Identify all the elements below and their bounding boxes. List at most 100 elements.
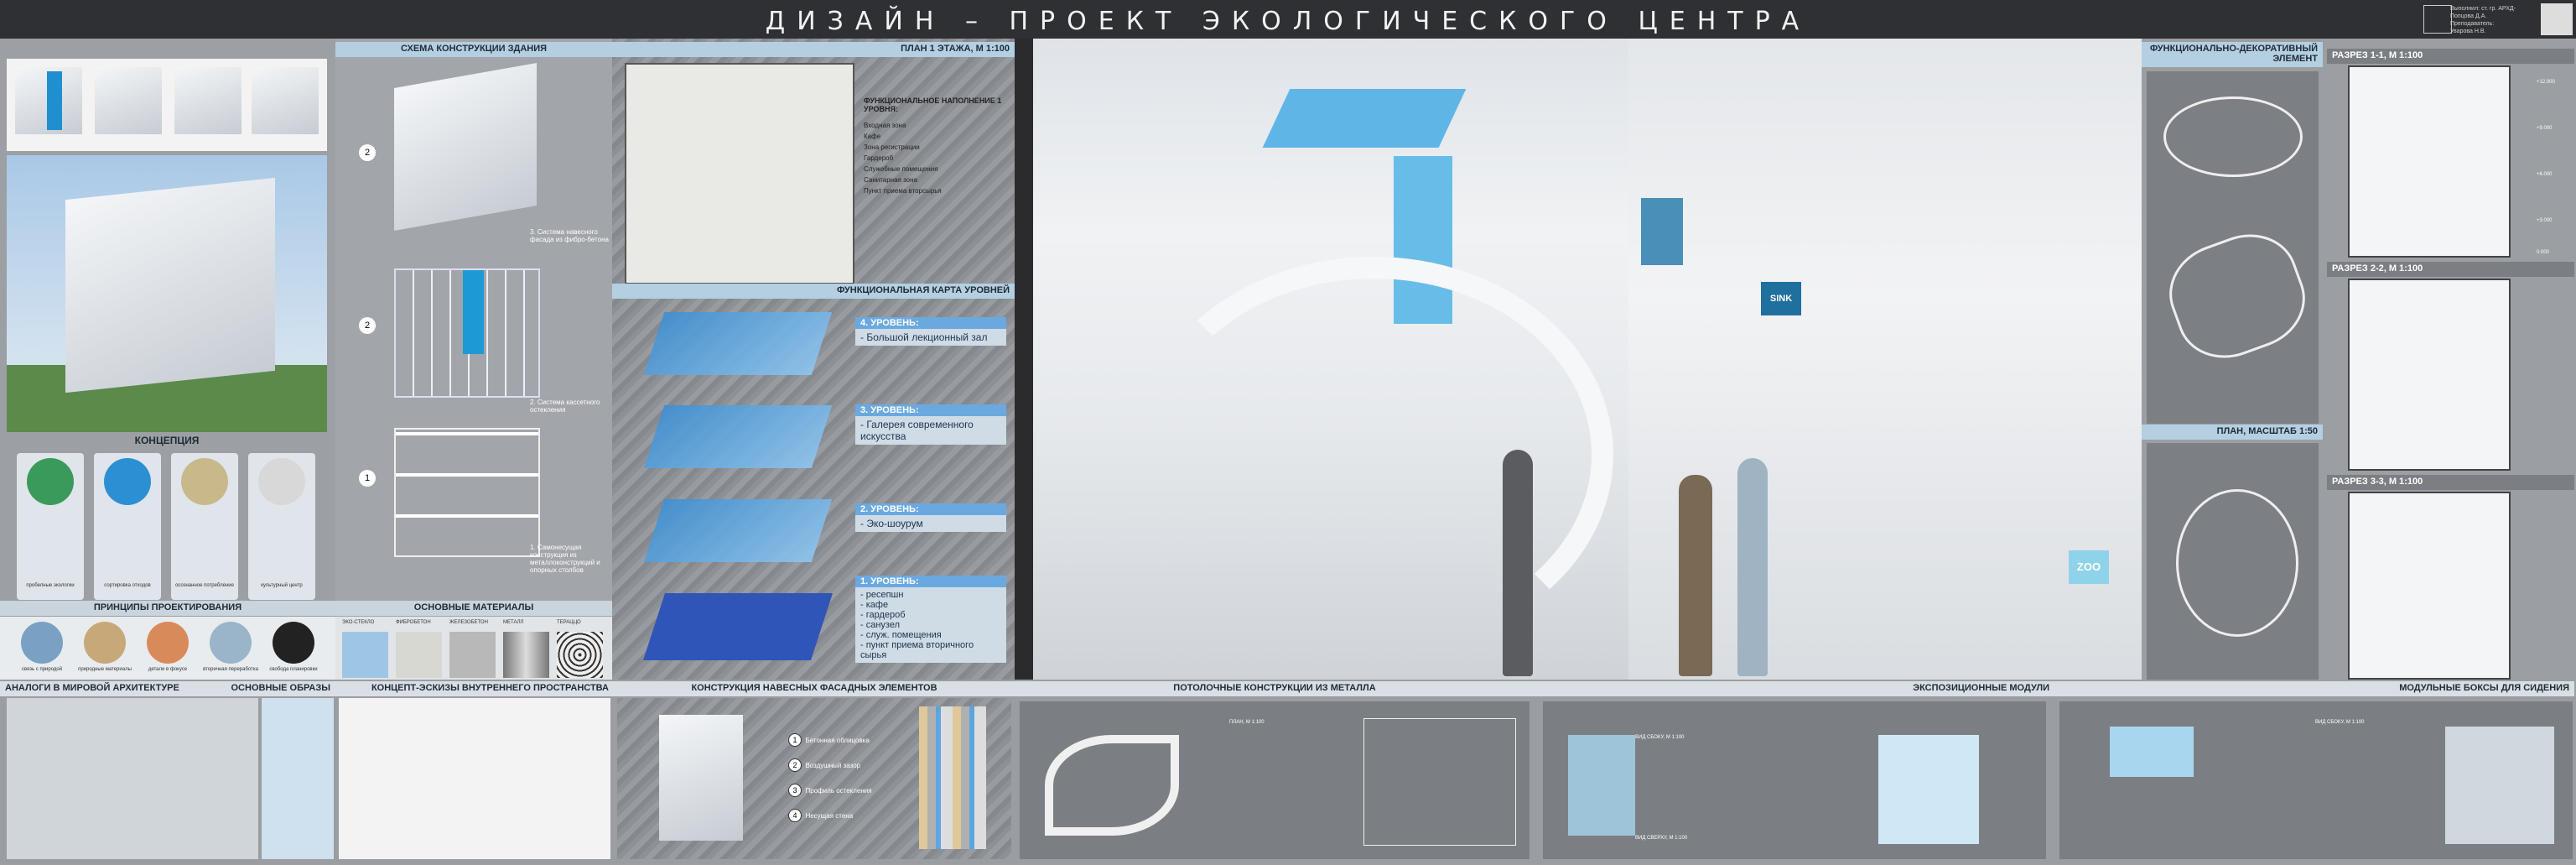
ceiling-section <box>1363 718 1516 846</box>
level-3-block: 3. УРОВЕНЬ: - Галерея современного искус… <box>855 404 1006 445</box>
boxes-render <box>2445 727 2554 844</box>
principle-label: вторичная переработка <box>203 667 258 672</box>
boxes-label: ВИД СБОКУ, М 1:100 <box>2315 720 2365 725</box>
level-1-slab <box>643 593 833 660</box>
material-swatch <box>396 632 442 678</box>
author-line: Уварова Н.В. <box>2450 29 2486 34</box>
concept-card: сортировка отходов <box>94 453 161 600</box>
layer-caption: 1. Самонесущая конструкция из металлокон… <box>530 544 600 574</box>
facade-label: Бетонная облицовка <box>805 737 870 744</box>
layer-number: 2 <box>359 317 376 334</box>
concept-label: пробелные экологии <box>26 583 75 588</box>
legend-item: Служебные помещения <box>864 165 938 173</box>
materials-row: ЭКО-СТЕКЛО ФИБРОБЕТОН ЖЕЛЕЗОБЕТОН МЕТАЛЛ… <box>335 617 612 684</box>
concept-heading: КОНЦЕПЦИЯ <box>134 435 200 446</box>
material-swatch <box>449 632 496 678</box>
ceiling-panel: ПЛАН, М 1:100 <box>1020 701 1530 859</box>
layer-caption: 3. Система навесного фасада из фибро-бет… <box>530 228 609 243</box>
author-block: Выполнил: ст. гр. АРХД- Попцова Д.А. Пре… <box>2450 5 2517 35</box>
principles-heading: ПРИНЦИПЫ ПРОЕКТИРОВАНИЯ <box>0 601 335 616</box>
principle-label: природные материалы <box>78 667 132 672</box>
recycle-bin-icon <box>104 458 151 505</box>
facade-number: 1 <box>788 733 802 747</box>
poster-title: ДИЗАЙН – ПРОЕКТ ЭКОЛОГИЧЕСКОГО ЦЕНТРА <box>765 7 1811 36</box>
bag-icon <box>181 458 228 505</box>
decor-drawing <box>2147 71 2319 424</box>
facade-heading: КОНСТРУКЦИЯ НАВЕСНЫХ ФАСАДНЫХ ЭЛЕМЕНТОВ <box>614 681 1015 696</box>
level-title: 4. УРОВЕНЬ: <box>855 317 1006 329</box>
interior-render-gallery: SINK ZOO <box>1628 39 2142 680</box>
section1-heading: РАЗРЕЗ 1-1, М 1:100 <box>2327 49 2574 64</box>
sketches-heading: КОНЦЕПТ-ЭСКИЗЫ ВНУТРЕННЕГО ПРОСТРАНСТВА <box>335 681 614 696</box>
level-title: 1. УРОВЕНЬ: <box>855 576 1006 587</box>
ribbon-shape <box>2156 220 2319 373</box>
exterior-render <box>7 155 327 432</box>
material-swatch <box>557 632 603 678</box>
level-2-block: 2. УРОВЕНЬ: - Эко-шоурум <box>855 503 1006 532</box>
legend-item: Пункт приема вторсырья <box>864 187 942 195</box>
analogs-panel <box>7 698 258 859</box>
ceiling-ribbon <box>1045 735 1179 836</box>
nature-icon <box>21 622 63 664</box>
material-label: ТЕРАЦЦО <box>557 620 581 625</box>
analogs-heading: АНАЛОГИ В МИРОВОЙ АРХИТЕКТУРЕ ОСНОВНЫЕ О… <box>0 681 335 696</box>
ceiling-heading: ПОТОЛОЧНЫЕ КОНСТРУКЦИИ ИЗ МЕТАЛЛА <box>1015 681 1535 696</box>
material-swatch <box>503 632 549 678</box>
poster <box>1641 198 1683 265</box>
gate-icon <box>258 458 305 505</box>
level-desc: - Большой лекционный зал <box>855 329 1006 346</box>
construction-heading: СХЕМА КОНСТРУКЦИИ ЗДАНИЯ <box>335 42 612 57</box>
legend-item: Санитарная зона <box>864 176 917 184</box>
person-figure <box>1737 458 1768 676</box>
level-4-slab <box>643 312 833 375</box>
level-3-slab <box>643 405 833 468</box>
legend-item: Гардероб <box>864 154 894 162</box>
layer-caption: 2. Система кассетного остекления <box>530 399 600 414</box>
material-swatch <box>342 632 388 678</box>
plan150-drawing <box>2147 443 2319 680</box>
facade-label: Несущая стена <box>805 812 854 820</box>
logo-icon <box>2423 5 2452 34</box>
decor-heading: ФУНКЦИОНАЛЬНО-ДЕКОРАТИВНЫЙ ЭЛЕМЕНТ <box>2142 42 2323 67</box>
plan-icon <box>273 622 314 664</box>
concept-card: осознанное потребление <box>171 453 238 600</box>
principle-label: связь с природой <box>21 667 63 672</box>
layer-number: 1 <box>359 470 376 487</box>
concept-label: культурный центр <box>261 583 303 588</box>
level-desc: - Эко-шоурум <box>855 515 1006 532</box>
blue-glass <box>463 270 484 354</box>
avatar <box>2541 3 2573 35</box>
section3-heading: РАЗРЕЗ 3-3, М 1:100 <box>2327 475 2574 490</box>
section1-drawing <box>2348 65 2511 258</box>
principles-row: связь с природой природные материалы дет… <box>0 617 335 684</box>
concept-row: пробелные экологии сортировка отходов ос… <box>17 453 327 604</box>
wood-icon <box>84 622 126 664</box>
concept-card: пробелные экологии <box>17 453 84 600</box>
level-mark: 0.000 <box>2537 250 2550 255</box>
author-line: Выполнил: ст. гр. АРХД- <box>2450 6 2516 12</box>
recycle-icon <box>27 458 74 505</box>
concept-label: сортировка отходов <box>104 583 151 588</box>
legend-item: Кафе <box>864 133 881 140</box>
facade-legend: 1 Бетонная облицовка 2 Воздушный зазор 3… <box>788 732 872 832</box>
materials-heading: ОСНОВНЫЕ МАТЕРИАЛЫ <box>335 601 612 616</box>
interior-render-stair <box>1033 39 1628 680</box>
material-label: МЕТАЛЛ <box>503 620 524 625</box>
facade-number: 3 <box>788 784 802 797</box>
stair-plan <box>2176 489 2298 637</box>
images-panel <box>262 698 334 859</box>
principle-label: детали в фокусе <box>148 667 188 672</box>
plan150-heading: ПЛАН, МАСШТАБ 1:50 <box>2142 425 2323 440</box>
modules-panel: ВИД СБОКУ, М 1:100 ВИД СВЕРХУ, М 1:100 <box>1543 701 2046 859</box>
boxes-heading: МОДУЛЬНЫЕ БОКСЫ ДЛЯ СИДЕНИЯ <box>2054 681 2574 696</box>
analogs-title: АНАЛОГИ В МИРОВОЙ АРХИТЕКТУРЕ <box>5 683 179 693</box>
facade-number: 2 <box>788 758 802 772</box>
sink-sign: SINK <box>1761 282 1801 315</box>
section2-drawing <box>2348 279 2511 471</box>
facade-block <box>659 715 743 841</box>
level-mark: +6.000 <box>2537 172 2553 177</box>
material-label: ЖЕЛЕЗОБЕТОН <box>449 620 488 625</box>
section3-drawing <box>2348 492 2511 680</box>
person-figure <box>1503 450 1533 676</box>
images-title: ОСНОВНЫЕ ОБРАЗЫ <box>231 683 331 693</box>
